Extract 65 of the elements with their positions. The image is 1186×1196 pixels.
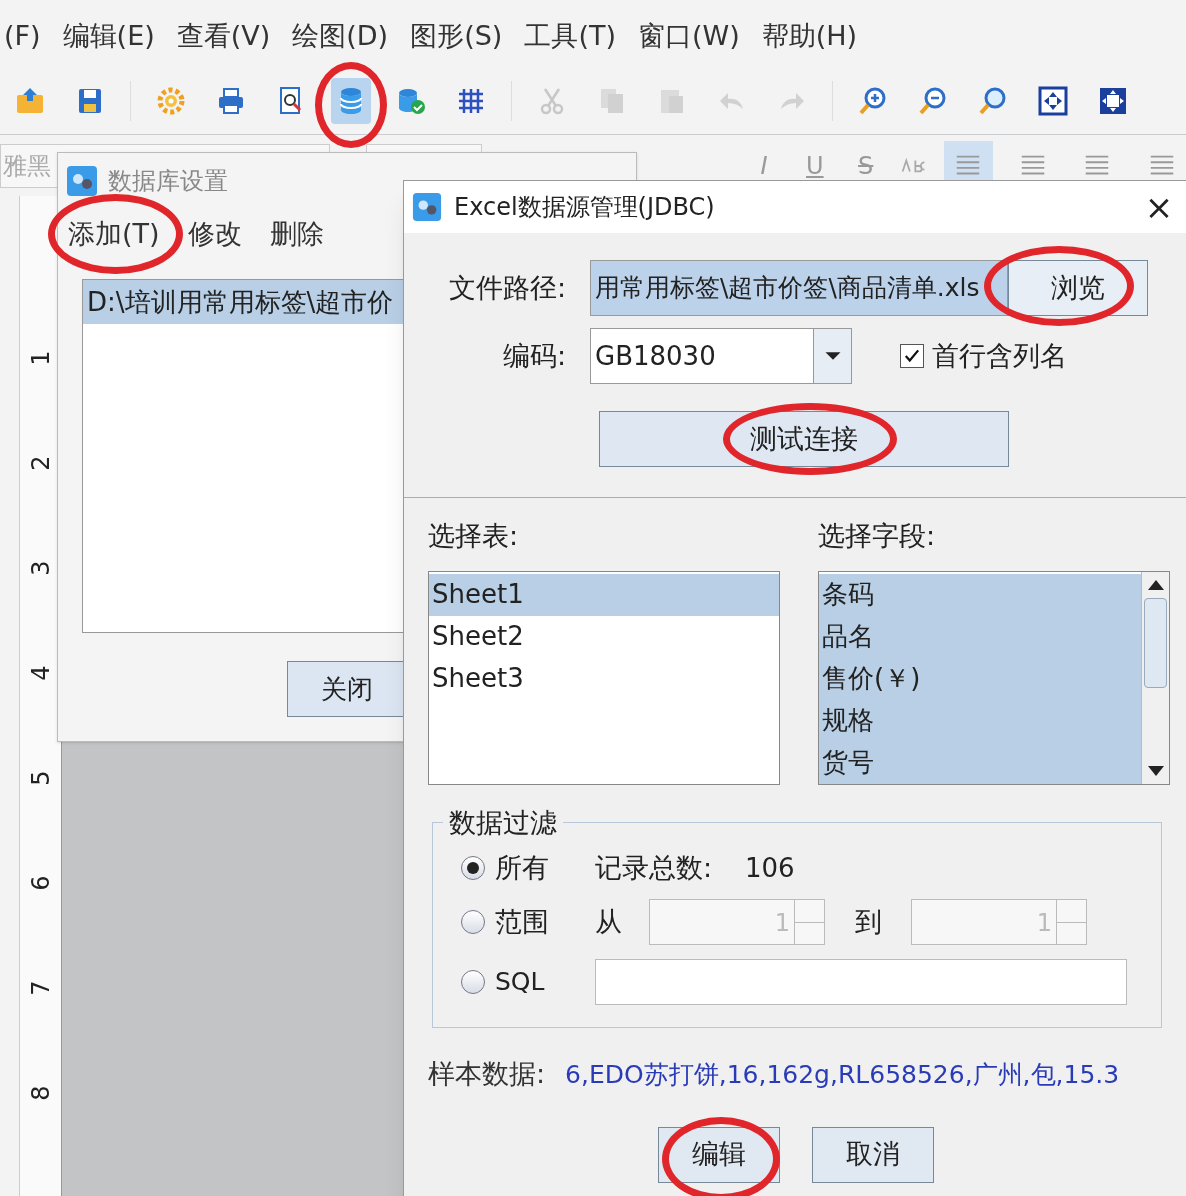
- list-item[interactable]: 售价(￥): [819, 657, 1141, 700]
- list-item[interactable]: Sheet1: [429, 573, 779, 616]
- fit-page-icon: [1097, 85, 1129, 117]
- app-icon: [66, 165, 98, 197]
- menu-item[interactable]: 删除: [269, 213, 324, 255]
- list-item[interactable]: 品名: [819, 615, 1141, 658]
- checkbox[interactable]: [900, 344, 924, 368]
- field-label: 选择表:: [428, 519, 520, 553]
- ruler-number: 5: [28, 770, 53, 786]
- field-label: 到: [853, 904, 883, 939]
- ruler-number: 4: [28, 665, 53, 681]
- ruler-number: 8: [28, 1085, 53, 1101]
- ruler-number: 6: [28, 875, 53, 891]
- menu-item[interactable]: 图形(S): [410, 15, 503, 57]
- encoding-dropdown[interactable]: GB18030: [590, 328, 852, 384]
- radio-label: 所有: [495, 850, 550, 885]
- gear-icon: [155, 85, 187, 117]
- scroll-down-icon: [1147, 765, 1164, 776]
- ruler-number: 1: [28, 350, 53, 366]
- checkmark-icon: [903, 347, 921, 365]
- field-label: 选择字段:: [818, 519, 937, 553]
- field-label: 样本数据:: [428, 1057, 546, 1091]
- radio-button[interactable]: [461, 910, 485, 934]
- menu-item[interactable]: 窗口(W): [637, 15, 740, 57]
- scrollbar[interactable]: [1141, 571, 1169, 784]
- radio-button[interactable]: [461, 970, 485, 994]
- menu-item[interactable]: (F): [4, 15, 41, 57]
- sample-data: 6,EDO苏打饼,16,162g,RL658526,广州,包,15.3: [565, 1058, 1120, 1091]
- menu-item[interactable]: 工具(T): [524, 15, 616, 57]
- close-button[interactable]: ×: [1134, 190, 1184, 224]
- sql-input[interactable]: [595, 959, 1127, 1005]
- record-count: 106: [745, 851, 795, 885]
- window-title: Excel数据源管理(JDBC): [454, 192, 716, 223]
- radio-label: SQL: [495, 966, 546, 999]
- fit-arrows-icon: [1037, 85, 1069, 117]
- field-label: 编码:: [501, 338, 566, 373]
- field-label: 从: [595, 904, 623, 939]
- window-title: 数据库设置: [108, 166, 228, 197]
- menu-item[interactable]: 绘图(D): [292, 15, 389, 57]
- ruler-number: 7: [28, 980, 53, 996]
- checkbox-label: 首行含列名: [932, 338, 1067, 373]
- field-label: 记录总数:: [595, 850, 714, 885]
- spinner-value: 1: [773, 908, 791, 939]
- list-item[interactable]: 规格: [819, 699, 1141, 742]
- radio-button[interactable]: [461, 856, 485, 880]
- menu-item[interactable]: 查看(V): [176, 15, 271, 57]
- list-item[interactable]: 条码: [819, 573, 1141, 616]
- browse-button[interactable]: 浏览: [1008, 260, 1148, 316]
- scroll-up-icon: [1147, 579, 1164, 590]
- spinner-value: 1: [1035, 908, 1053, 939]
- test-connection-button[interactable]: 测试连接: [599, 411, 1009, 467]
- menu-item[interactable]: 编辑(E): [62, 15, 155, 57]
- app-icon: [412, 192, 442, 222]
- menu-item[interactable]: 帮助(H): [761, 15, 858, 57]
- field-label: 文件路径:: [447, 270, 566, 305]
- dialog-button[interactable]: 取消: [812, 1126, 934, 1183]
- ruler-number: 3: [28, 560, 53, 576]
- radio-label: 范围: [495, 904, 550, 939]
- menu-item[interactable]: 添加(T): [68, 213, 160, 255]
- ruler-number: 2: [28, 455, 53, 471]
- menu-item[interactable]: 修改: [187, 213, 242, 255]
- dropdown-value: GB18030: [594, 339, 717, 373]
- list-item[interactable]: 货号: [819, 741, 1141, 784]
- group-title: 数据过滤: [448, 805, 558, 840]
- path-field[interactable]: 用常用标签\超市价签\商品清单.xls: [590, 260, 1008, 316]
